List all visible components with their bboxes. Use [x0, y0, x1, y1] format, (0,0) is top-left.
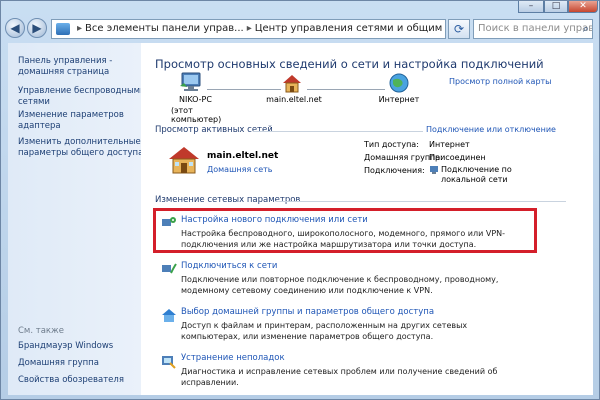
- network-type-link[interactable]: Домашняя сеть: [207, 165, 273, 174]
- map-internet: Интернет: [378, 95, 420, 104]
- map-link-line: [207, 89, 281, 90]
- lan-connection-link[interactable]: Подключение по локальной сети: [441, 165, 512, 185]
- homegroup-icon: [162, 309, 176, 322]
- change-settings-header: Изменение сетевых параметров: [155, 195, 301, 205]
- see-also-homegroup[interactable]: Домашняя группа: [18, 358, 99, 369]
- minimize-button[interactable]: –: [518, 1, 544, 13]
- network-setup-icon: [162, 217, 176, 226]
- close-button[interactable]: ✕: [568, 1, 598, 13]
- page-title: Просмотр основных сведений о сети и наст…: [155, 57, 544, 71]
- active-network-name: main.eltel.net: [207, 151, 279, 161]
- connect-disconnect-link[interactable]: Подключение или отключение: [426, 125, 556, 134]
- task-homegroup-link[interactable]: Выбор домашней группы и параметров общег…: [181, 307, 434, 317]
- access-type-value: Интернет: [429, 140, 470, 149]
- sidebar-item-home[interactable]: Панель управления - домашняя страница: [18, 56, 112, 78]
- control-panel-icon: [56, 23, 70, 35]
- breadcrumb-separator: ▸: [77, 23, 83, 34]
- navigation-bar: ◀ ▶ ▸ Все элементы панели управ... ▸ Центр …: [1, 13, 600, 43]
- sidebar-item-sharing[interactable]: Изменить дополнительные параметры общего…: [18, 137, 143, 159]
- header-divider: [276, 201, 566, 202]
- search-input[interactable]: Поиск в панели управления ⌕: [473, 19, 593, 39]
- map-link-line: [307, 89, 385, 90]
- sidebar: Панель управления - домашняя страница Уп…: [8, 43, 146, 395]
- task-new-connection-link[interactable]: Настройка нового подключения или сети: [181, 215, 368, 225]
- search-icon: ⌕: [582, 22, 589, 35]
- troubleshoot-icon: [162, 356, 176, 369]
- sidebar-item-adapter[interactable]: Изменение параметров адаптера: [18, 110, 124, 132]
- maximize-button[interactable]: □: [544, 1, 568, 13]
- home-network-icon: [169, 147, 199, 174]
- breadcrumb-network-center[interactable]: Центр управления сетями и общим доступом: [255, 23, 445, 34]
- map-pc-name: NIKO-PC: [179, 95, 212, 104]
- task-connect-link[interactable]: Подключиться к сети: [181, 261, 277, 271]
- task-connect-desc: Подключение или повторное подключение к …: [181, 275, 499, 295]
- breadcrumb-control-panel[interactable]: Все элементы панели управ...: [85, 23, 244, 34]
- task-homegroup-desc: Доступ к файлам и принтерам, расположенн…: [181, 321, 468, 341]
- see-also-heading: См. также: [18, 326, 64, 336]
- refresh-button[interactable]: ⟳: [448, 19, 470, 39]
- computer-icon: [180, 72, 201, 91]
- see-also-internet-options[interactable]: Свойства обозревателя: [18, 375, 124, 386]
- search-placeholder: Поиск в панели управления: [478, 23, 593, 34]
- map-pc-sub: (этот компьютер): [171, 106, 222, 124]
- home-network-icon: [283, 75, 301, 93]
- window: – □ ✕ ◀ ▶ ▸ Все элементы панели управ... ▸…: [0, 0, 600, 400]
- see-also-firewall[interactable]: Брандмауэр Windows: [18, 341, 113, 352]
- address-bar[interactable]: ▸ Все элементы панели управ... ▸ Центр упра…: [51, 19, 446, 39]
- task-troubleshoot-link[interactable]: Устранение неполадок: [181, 353, 285, 363]
- title-bar: – □ ✕: [1, 1, 600, 13]
- task-troubleshoot-desc: Диагностика и исправление сетевых пробле…: [181, 367, 498, 387]
- active-networks-header: Просмотр активных сетей: [155, 125, 273, 135]
- task-new-connection-desc: Настройка беспроводного, широкополосного…: [181, 229, 506, 249]
- header-divider: [253, 131, 423, 132]
- forward-button[interactable]: ▶: [27, 18, 47, 38]
- globe-icon: [389, 73, 409, 93]
- connections-label: Подключения:: [364, 166, 425, 175]
- access-type-label: Тип доступа:: [364, 140, 419, 149]
- lan-connection-icon: [430, 166, 438, 174]
- homegroup-link[interactable]: Присоединен: [429, 153, 486, 162]
- main-content: Просмотр основных сведений о сети и наст…: [141, 43, 593, 395]
- sidebar-item-wireless[interactable]: Управление беспроводными сетями: [18, 86, 146, 108]
- breadcrumb-separator: ▸: [246, 23, 252, 34]
- full-map-link[interactable]: Просмотр полной карты: [449, 77, 552, 86]
- network-connect-icon: [162, 263, 177, 274]
- back-button[interactable]: ◀: [5, 18, 25, 38]
- map-network-name: main.eltel.net: [266, 95, 322, 104]
